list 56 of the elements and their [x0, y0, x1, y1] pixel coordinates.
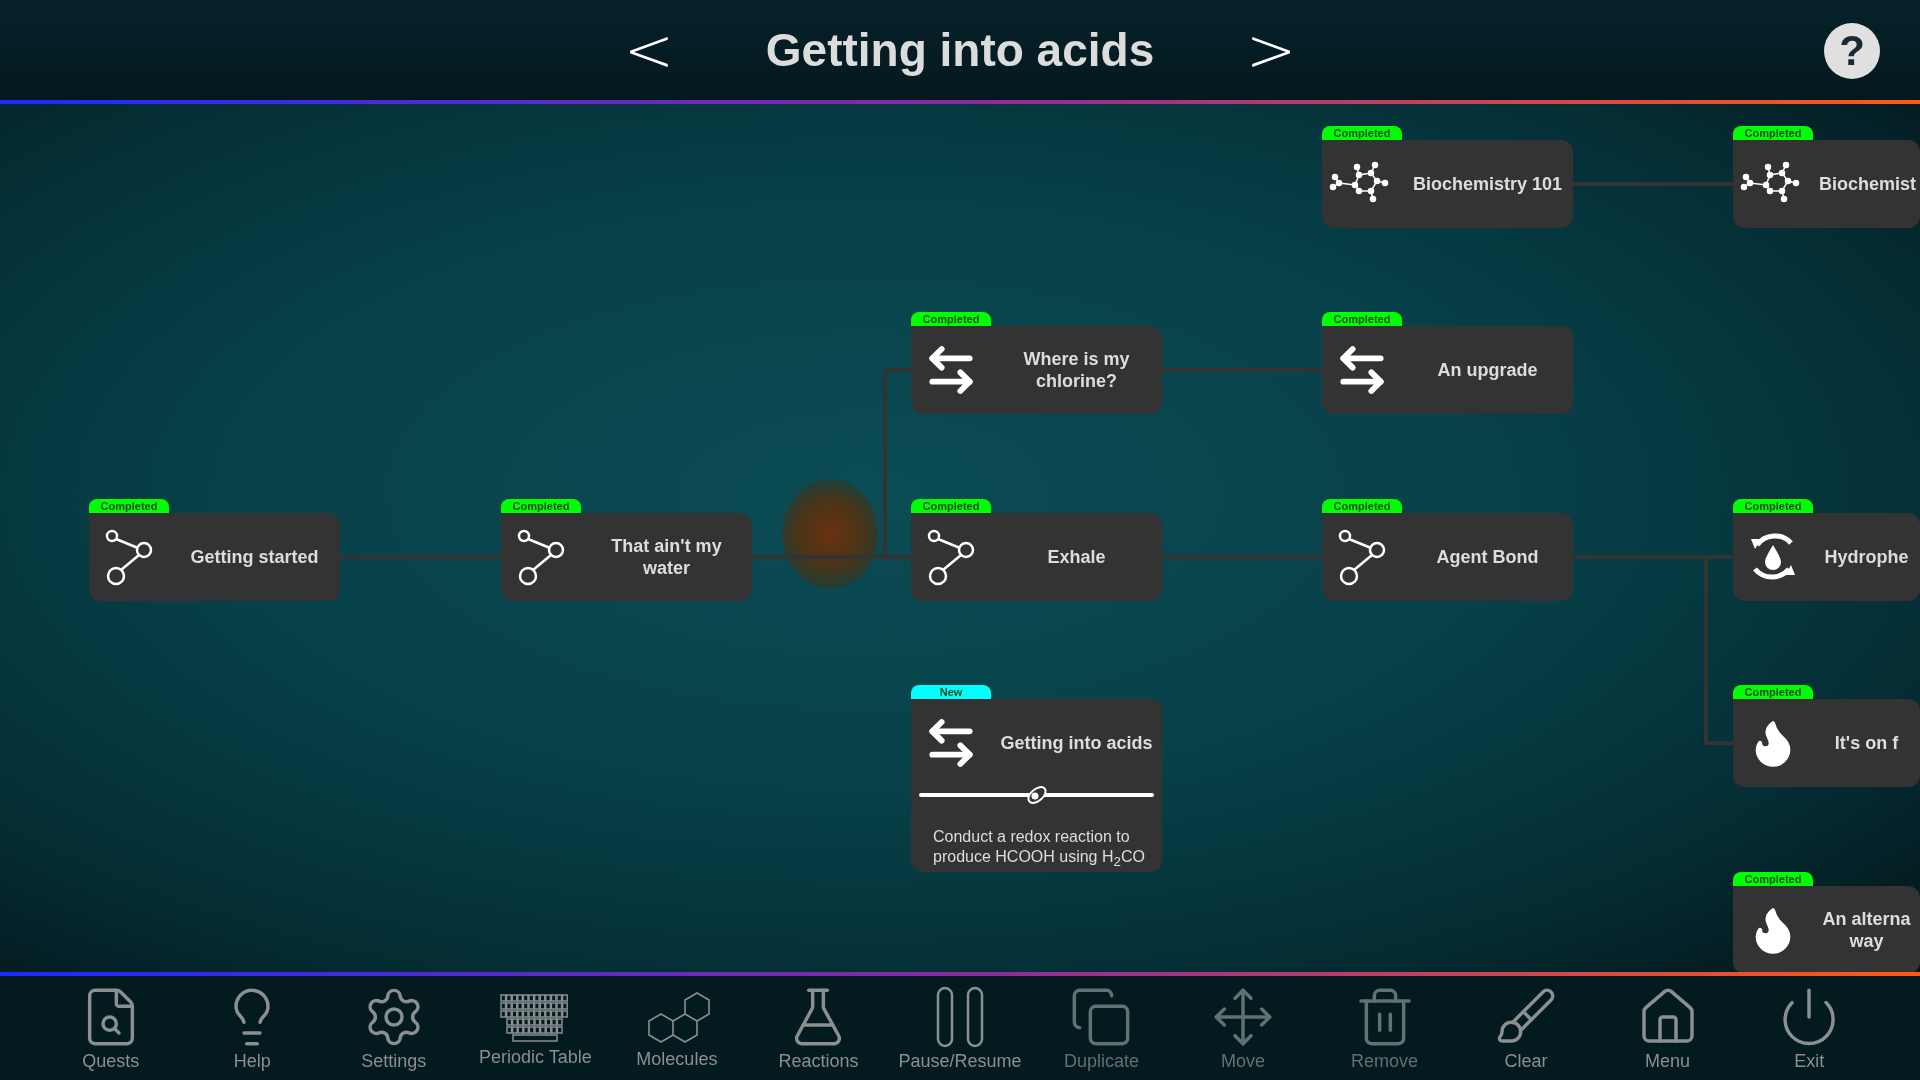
quest-card[interactable]: Agent Bond	[1322, 513, 1573, 601]
quest-name: An alterna way	[1821, 908, 1912, 952]
toolbar-button[interactable]: Menu	[1602, 984, 1733, 1072]
quest-card[interactable]: It's on f	[1733, 699, 1920, 787]
quest-card[interactable]: An alterna way	[1733, 886, 1920, 972]
status-badge: Completed	[1322, 499, 1402, 513]
toolbar-button[interactable]: Settings	[328, 984, 459, 1072]
status-badge: Completed	[1322, 312, 1402, 326]
status-badge: Completed	[1733, 872, 1813, 886]
help-button[interactable]: ?	[1824, 23, 1880, 79]
status-badge: Completed	[911, 499, 991, 513]
quest-card[interactable]: Biochemistry 101	[1322, 140, 1573, 228]
status-badge: New	[911, 685, 991, 699]
previous-button[interactable]: <	[617, 18, 680, 82]
quest-name: Getting into acids	[999, 732, 1154, 754]
quest-name: Agent Bond	[1435, 546, 1540, 568]
status-badge: Completed	[89, 499, 169, 513]
quest-card[interactable]: That ain't my water	[501, 513, 752, 601]
status-badge: Completed	[911, 312, 991, 326]
quest-name: Hydrophe	[1823, 546, 1910, 568]
status-badge: Completed	[1322, 126, 1402, 140]
toolbar-button[interactable]: Quests	[45, 984, 176, 1072]
pause-icon	[934, 984, 985, 1049]
linked-circles-icon	[516, 528, 566, 586]
toolbar-button[interactable]: Molecules	[611, 986, 742, 1070]
quest-name: An upgrade	[1436, 359, 1539, 381]
toolbar-button[interactable]: Help	[187, 984, 318, 1072]
toolbar-button[interactable]: Reactions	[753, 984, 884, 1072]
toolbar-button[interactable]: Pause/Resume	[894, 984, 1025, 1072]
toolbar-button[interactable]: Clear	[1461, 984, 1592, 1072]
quest-name: Getting started	[189, 546, 320, 568]
quest-card[interactable]: Getting started	[89, 513, 340, 601]
next-button[interactable]: >	[1240, 18, 1303, 82]
quest-description: Conduct a redox reaction to produce HCOOH using H$_{2}$CO	[933, 827, 1146, 872]
quest-card[interactable]: Exhale	[911, 513, 1162, 601]
toolbar-button[interactable]: Periodic Table	[470, 988, 601, 1068]
status-badge: Completed	[501, 499, 581, 513]
quest-card[interactable]: Getting into acids Conduct a redox reaction to produce HCOOH using H$_{2}$CO	[911, 699, 1162, 873]
status-badge: Completed	[1733, 499, 1813, 513]
quest-name: Where is my chlorine?	[1022, 348, 1131, 392]
quest-card[interactable]: Hydrophe	[1733, 513, 1920, 601]
linked-circles-icon	[926, 528, 976, 586]
quest-card[interactable]: An upgrade	[1322, 326, 1573, 414]
quest-title: Getting into acids	[764, 23, 1156, 77]
quest-card[interactable]: Where is my chlorine?	[911, 326, 1162, 414]
quest-name: That ain't my water	[610, 535, 723, 579]
toolbar-button[interactable]: Exit	[1744, 984, 1875, 1072]
status-badge: Completed	[1733, 685, 1813, 699]
linked-circles-icon	[1337, 528, 1387, 586]
linked-circles-icon	[104, 528, 154, 586]
status-badge: Completed	[1733, 126, 1813, 140]
quest-card[interactable]: Biochemist	[1733, 140, 1920, 228]
quest-name: Exhale	[1046, 546, 1107, 568]
quest-name: Biochemist	[1818, 173, 1918, 195]
quest-name: Biochemistry 101	[1411, 173, 1564, 195]
quest-name: It's on f	[1833, 732, 1900, 754]
